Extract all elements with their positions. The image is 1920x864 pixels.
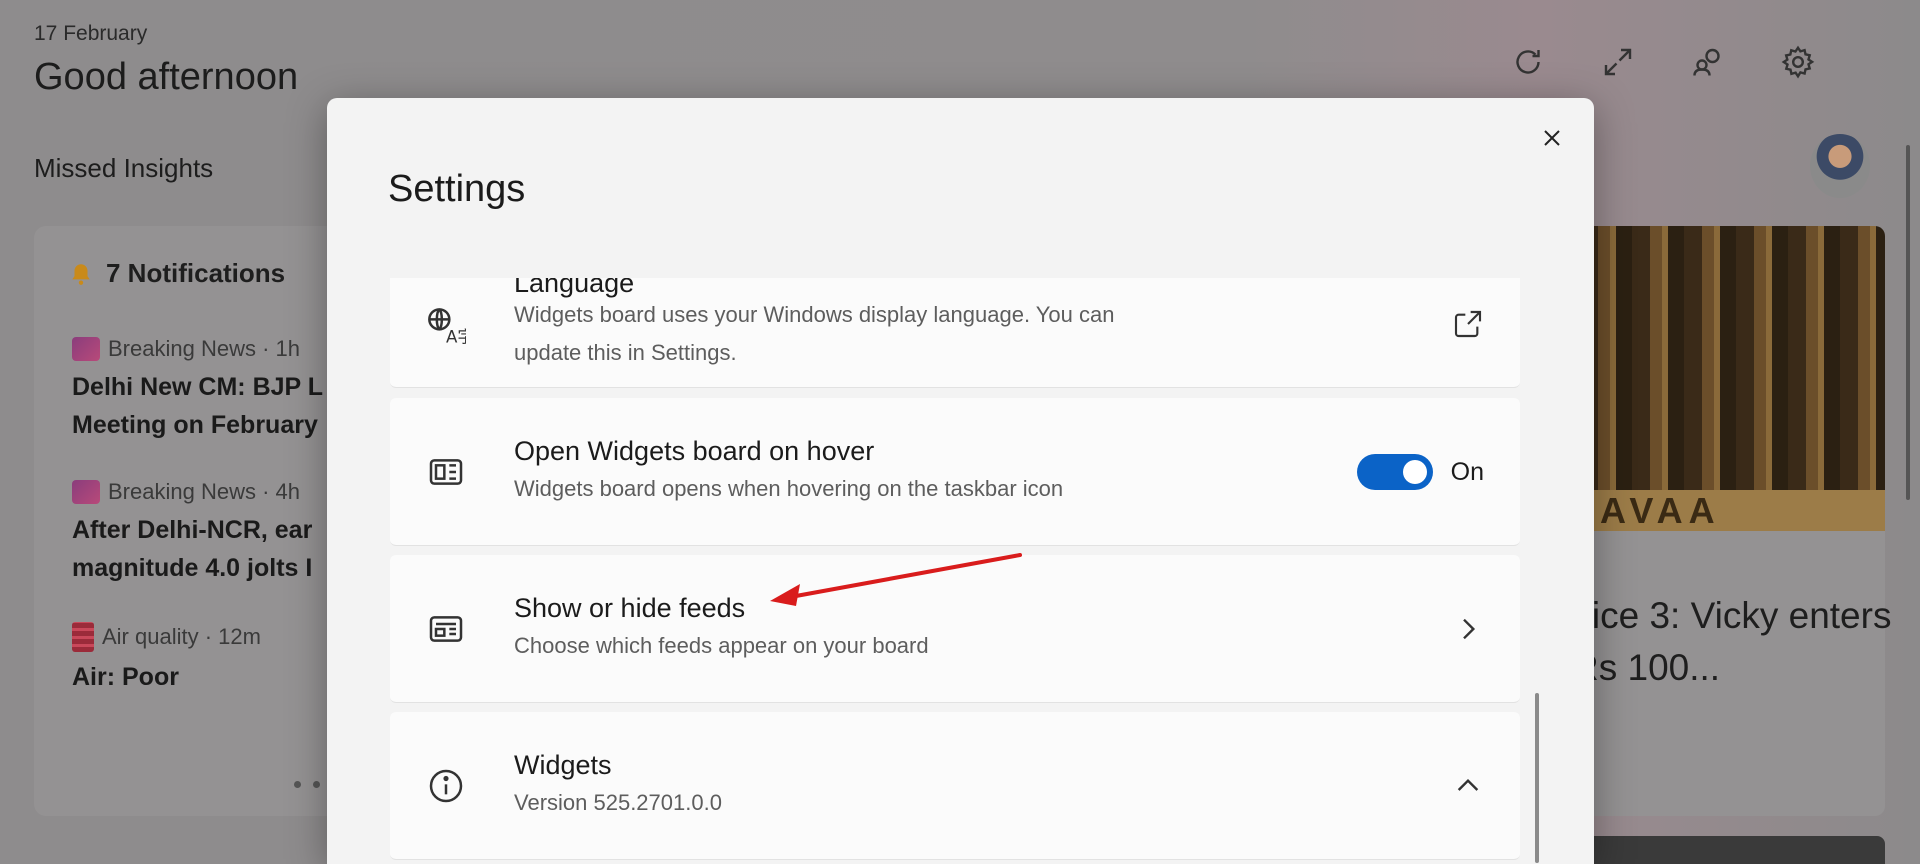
notifications-title: 7 Notifications <box>106 258 286 288</box>
news-source: Breaking News · 4h <box>108 479 300 504</box>
card-pager[interactable] <box>294 781 320 788</box>
external-link-button[interactable] <box>1452 308 1484 340</box>
close-icon <box>1544 130 1560 146</box>
expand-icon[interactable] <box>1600 44 1636 80</box>
notifications-card[interactable]: 7 Notifications Breaking News · 1h Delhi… <box>34 226 374 816</box>
board-scrollbar[interactable] <box>1906 145 1910 500</box>
settings-row-widgets[interactable]: Widgets Version 525.2701.0.0 <box>390 712 1520 860</box>
avatar[interactable] <box>1810 134 1870 198</box>
refresh-icon[interactable] <box>1510 44 1546 80</box>
row-description: Choose which feeds appear on your board <box>514 633 929 658</box>
news-card-title: ffice 3: Vicky enters Rs 100... <box>1572 595 1892 688</box>
settings-row-hover[interactable]: Open Widgets board on hover Widgets boar… <box>390 398 1520 546</box>
hover-toggle[interactable] <box>1356 454 1433 490</box>
widgets-board-icon <box>426 452 466 492</box>
breaking-news-icon <box>72 337 100 361</box>
settings-dialog: Settings Language A字 Widgets board uses … <box>327 98 1594 864</box>
notifications-header: 7 Notifications <box>68 258 285 289</box>
settings-scrollbar[interactable] <box>1535 693 1539 863</box>
feeds-icon <box>426 609 466 649</box>
settings-row-language[interactable]: Language A字 Widgets board uses your Wind… <box>390 278 1520 388</box>
row-title: Widgets <box>514 750 612 780</box>
hover-toggle-group: On <box>1356 454 1484 490</box>
language-icon: A字 <box>426 306 474 347</box>
gear-icon[interactable] <box>1780 44 1816 80</box>
row-description: Widgets board uses your Windows display … <box>514 302 1115 327</box>
chevron-up-icon <box>1457 778 1479 791</box>
news-source: Air quality · 12m <box>102 624 261 649</box>
row-description: Version 525.2701.0.0 <box>514 790 722 815</box>
toggle-state-label: On <box>1450 457 1484 486</box>
row-title: Show or hide feeds <box>514 593 746 623</box>
row-title: Language <box>514 278 635 298</box>
air-quality-icon <box>72 622 94 652</box>
board-toolbar <box>1500 44 1920 84</box>
toggle-knob <box>1402 460 1427 484</box>
settings-list[interactable]: Language A字 Widgets board uses your Wind… <box>390 278 1520 864</box>
dialog-title: Settings <box>388 168 526 210</box>
bell-icon <box>72 263 90 285</box>
row-title: Open Widgets board on hover <box>514 436 875 466</box>
people-icon[interactable] <box>1690 44 1726 80</box>
board-date: 17 February <box>34 22 148 45</box>
row-description: update this in Settings. <box>514 340 737 365</box>
news-image-caption: AVAA <box>1580 490 1885 532</box>
info-icon <box>426 766 466 806</box>
svg-text:A字: A字 <box>446 328 466 346</box>
news-card[interactable] <box>1580 836 1885 864</box>
chevron-right-icon <box>1463 618 1476 640</box>
news-image[interactable] <box>1580 226 1885 531</box>
breaking-news-icon <box>72 480 100 504</box>
widgets-collapse-button[interactable] <box>1452 770 1484 802</box>
settings-row-feeds[interactable]: Show or hide feeds Choose which feeds ap… <box>390 555 1520 703</box>
missed-insights-heading: Missed Insights <box>34 153 214 183</box>
close-button[interactable] <box>1532 118 1572 158</box>
row-description: Widgets board opens when hovering on the… <box>514 476 1064 501</box>
news-source: Breaking News · 1h <box>108 336 300 361</box>
feeds-open-button[interactable] <box>1452 613 1484 645</box>
board-greeting: Good afternoon <box>34 56 299 98</box>
external-link-icon <box>1454 310 1482 338</box>
